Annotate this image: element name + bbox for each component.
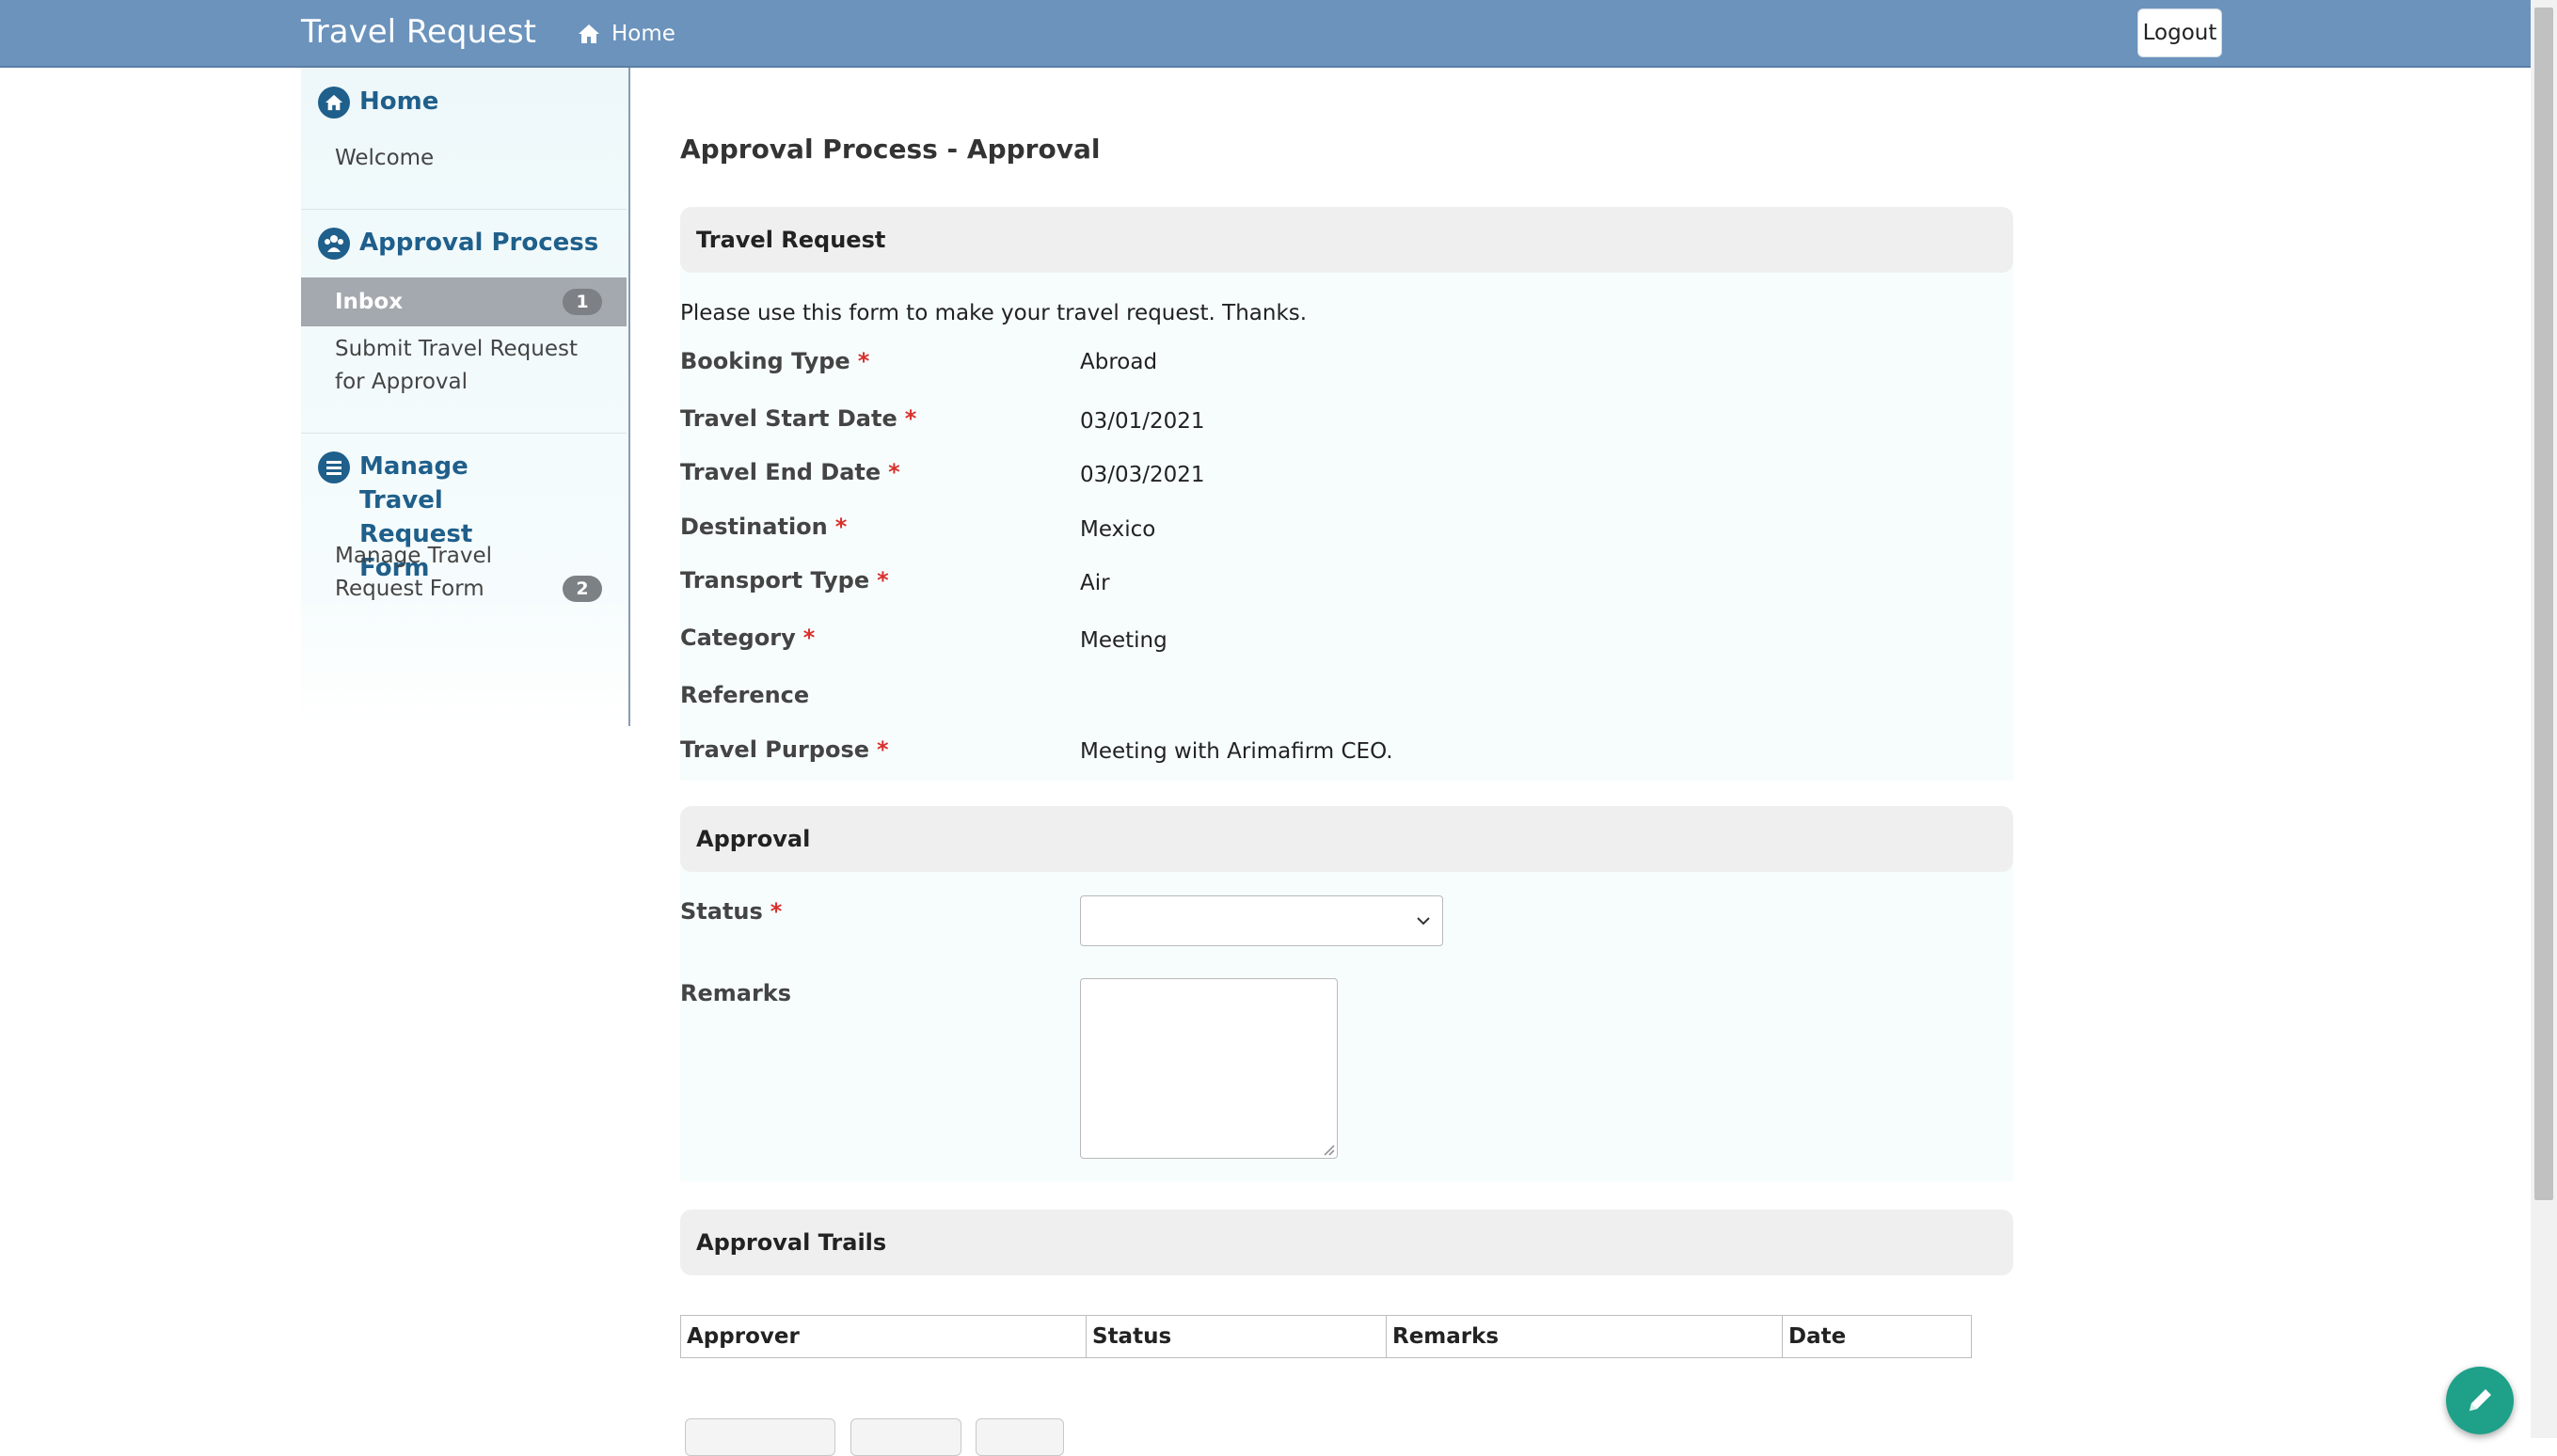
form-intro-text: Please use this form to make your travel… bbox=[680, 301, 1308, 325]
travel-purpose-label: Travel Purpose * bbox=[680, 736, 889, 763]
travel-start-date-label: Travel Start Date * bbox=[680, 405, 917, 432]
sidebar-section-approval-process[interactable]: Approval Process bbox=[318, 226, 598, 260]
booking-type-value: Abroad bbox=[1080, 350, 1158, 374]
sidebar-section-title: Home bbox=[359, 87, 439, 116]
resize-handle-icon[interactable] bbox=[1322, 1143, 1335, 1156]
sidebar-item-label: Submit Travel Request for Approval bbox=[335, 337, 579, 394]
action-button-3[interactable] bbox=[976, 1418, 1064, 1456]
sidebar-item-inbox[interactable]: Inbox 1 bbox=[301, 277, 627, 326]
action-button-1[interactable] bbox=[685, 1418, 835, 1456]
table-header-row: Approver Status Remarks Date bbox=[680, 1315, 1972, 1358]
status-select[interactable] bbox=[1080, 895, 1443, 946]
scrollbar-thumb[interactable] bbox=[2534, 8, 2553, 1200]
column-header-status[interactable]: Status bbox=[1086, 1315, 1387, 1358]
transport-type-label: Transport Type * bbox=[680, 567, 889, 593]
nav-home-label: Home bbox=[611, 22, 675, 46]
reference-label: Reference bbox=[680, 682, 810, 708]
panel-heading-text: Approval bbox=[696, 826, 811, 852]
panel-heading-text: Approval Trails bbox=[696, 1229, 887, 1256]
travel-end-date-label: Travel End Date * bbox=[680, 459, 900, 485]
approval-trails-table: Approver Status Remarks Date bbox=[680, 1315, 1972, 1358]
panel-heading-text: Travel Request bbox=[696, 227, 886, 253]
sidebar-item-label: Welcome bbox=[335, 146, 435, 170]
remarks-label: Remarks bbox=[680, 980, 792, 1006]
users-icon bbox=[318, 228, 350, 260]
travel-end-date-value: 03/03/2021 bbox=[1080, 463, 1205, 487]
manage-form-count-badge: 2 bbox=[563, 576, 602, 602]
sidebar-divider bbox=[301, 433, 627, 434]
sidebar-section-title: Approval Process bbox=[359, 229, 599, 257]
pencil-icon bbox=[2470, 1389, 2491, 1411]
destination-label: Destination * bbox=[680, 514, 848, 540]
home-icon bbox=[318, 87, 350, 119]
travel-purpose-value: Meeting with Arimafirm CEO. bbox=[1080, 739, 1393, 764]
travel-start-date-value: 03/01/2021 bbox=[1080, 409, 1205, 434]
column-header-date[interactable]: Date bbox=[1782, 1315, 1972, 1358]
action-button-2[interactable] bbox=[850, 1418, 961, 1456]
inbox-count-badge: 1 bbox=[563, 289, 602, 315]
category-label: Category * bbox=[680, 625, 816, 651]
status-label: Status * bbox=[680, 898, 783, 925]
transport-type-value: Air bbox=[1080, 571, 1110, 595]
sidebar-item-label: Inbox bbox=[335, 290, 404, 314]
travel-request-panel-body bbox=[680, 254, 2013, 781]
category-value: Meeting bbox=[1080, 628, 1167, 653]
remarks-textarea[interactable] bbox=[1080, 978, 1338, 1159]
sidebar-section-home[interactable]: Home bbox=[318, 85, 438, 119]
booking-type-label: Booking Type * bbox=[680, 348, 870, 374]
home-icon bbox=[579, 24, 599, 43]
page-title: Approval Process - Approval bbox=[680, 134, 1101, 165]
sidebar-divider bbox=[301, 209, 627, 210]
top-navbar: Travel Request Home Logout bbox=[0, 0, 2531, 68]
nav-home-link[interactable]: Home bbox=[578, 19, 675, 49]
approval-trails-panel-heading: Approval Trails bbox=[680, 1210, 2013, 1275]
app-brand[interactable]: Travel Request bbox=[301, 13, 536, 51]
logout-button[interactable]: Logout bbox=[2137, 8, 2222, 57]
chevron-down-icon bbox=[1417, 917, 1430, 926]
travel-request-panel-heading: Travel Request bbox=[680, 207, 2013, 273]
list-icon bbox=[318, 451, 350, 483]
approval-panel-heading: Approval bbox=[680, 806, 2013, 872]
destination-value: Mexico bbox=[1080, 517, 1156, 542]
sidebar-item-welcome[interactable]: Welcome bbox=[301, 142, 627, 175]
sidebar: Home Welcome Approval Process Inbox 1 Su… bbox=[301, 68, 630, 726]
sidebar-item-manage-form[interactable]: Manage Travel Request Form 2 bbox=[301, 540, 627, 606]
sidebar-item-label: Manage Travel Request Form bbox=[335, 544, 493, 601]
sidebar-item-submit-travel-request[interactable]: Submit Travel Request for Approval bbox=[301, 333, 627, 399]
column-header-remarks[interactable]: Remarks bbox=[1386, 1315, 1783, 1358]
column-header-approver[interactable]: Approver bbox=[680, 1315, 1087, 1358]
floating-edit-button[interactable] bbox=[2446, 1367, 2514, 1434]
